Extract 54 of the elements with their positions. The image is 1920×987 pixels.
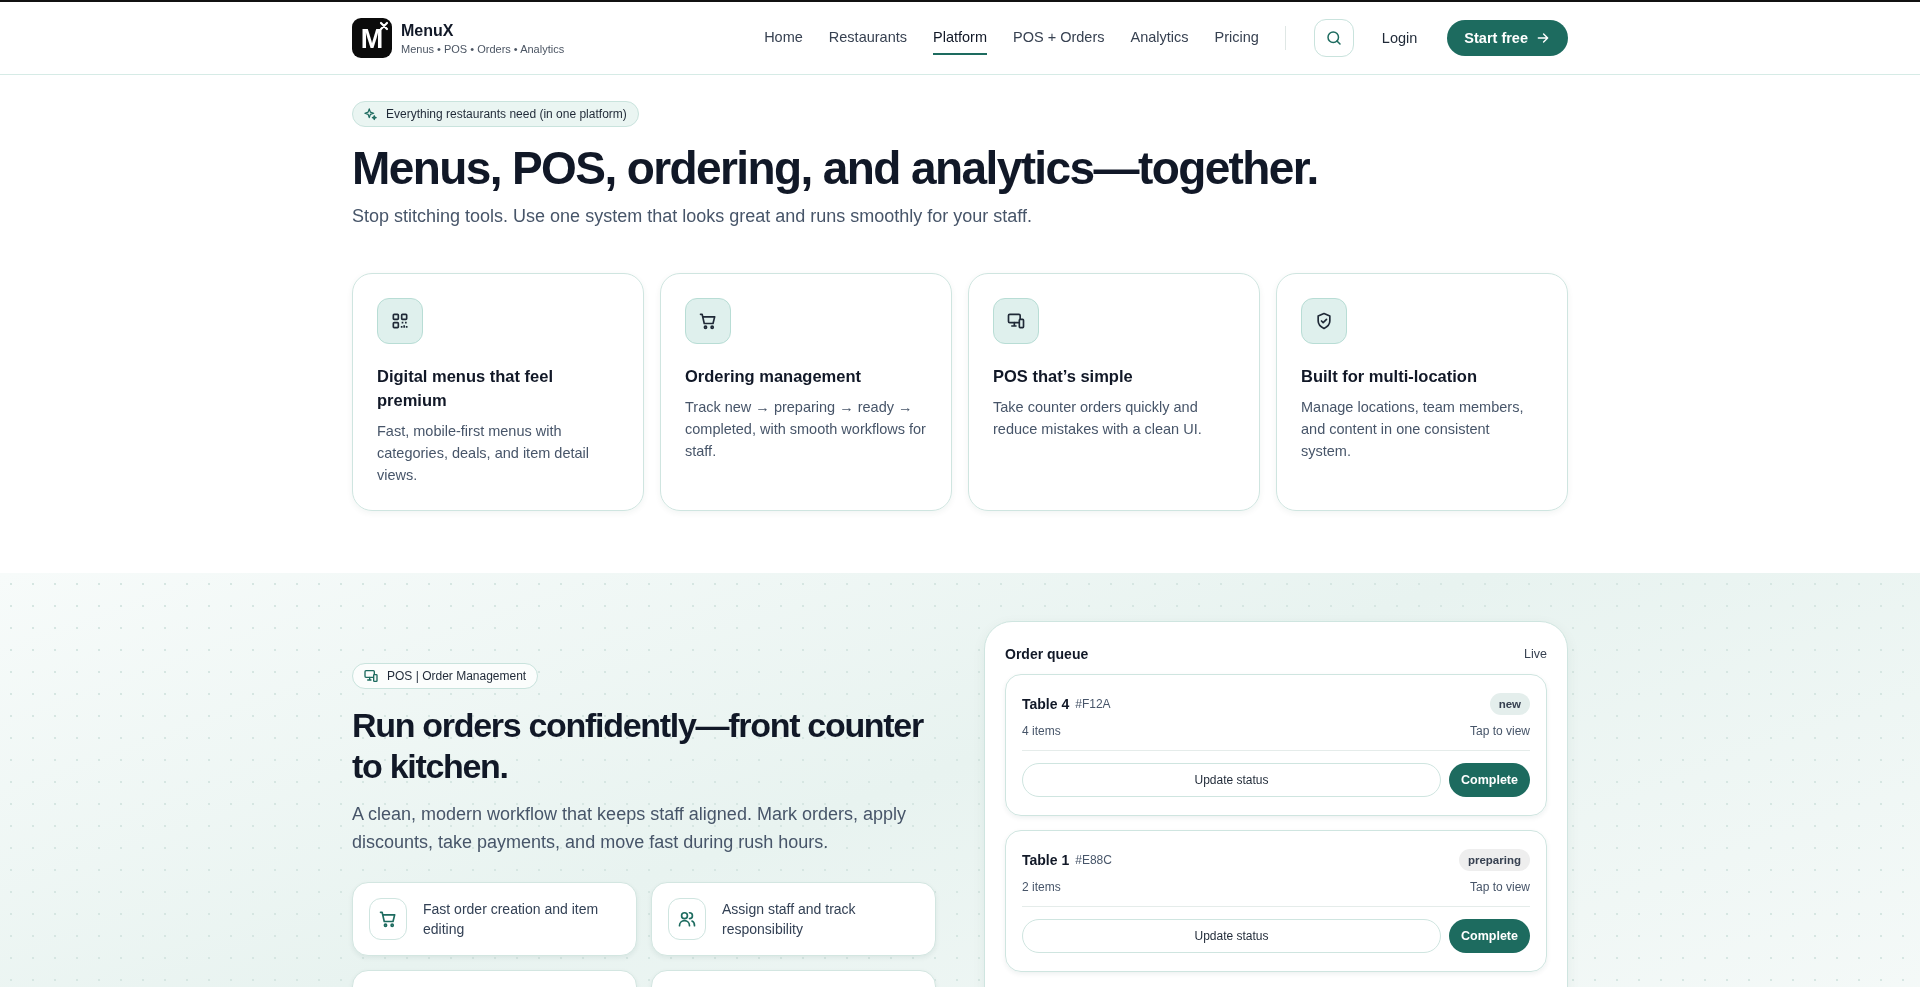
hero-title: Menus, POS, ordering, and analytics—together. [352, 141, 1319, 196]
feature-title: Ordering management [685, 366, 863, 388]
qr-code-icon [390, 311, 410, 332]
order-code: #F12A [1075, 697, 1111, 712]
feature-text: Track new → preparing → ready → completed, with smooth workflows for staff. [685, 398, 927, 462]
update-status-button[interactable]: Update status [1022, 919, 1441, 954]
users-icon [677, 909, 697, 930]
cart-icon [698, 311, 718, 332]
nav-link[interactable]: Platform [933, 21, 987, 55]
table-name: Table 4 [1022, 696, 1070, 713]
start-free-button[interactable]: Start free [1447, 20, 1568, 56]
section-text: A clean, modern workflow that keeps staff aligned. Mark orders, apply discounts, take payments, and move fast during rush hours. [352, 803, 907, 855]
logo[interactable]: M [352, 18, 392, 58]
status-badge: preparing [1458, 849, 1530, 872]
nav-link[interactable]: Home [764, 21, 803, 55]
hero-subtitle: Stop stitching tools. Use one system that looks great and runs smoothly for your staff. [352, 206, 1033, 228]
nav-link[interactable]: Analytics [1130, 21, 1189, 55]
tap-hint: Tap to view [1469, 724, 1530, 739]
feature-text: Manage locations, team members, and content in one consistent system. [1301, 398, 1525, 462]
table-name: Table 1 [1022, 852, 1070, 869]
nav-link[interactable]: Pricing [1214, 21, 1259, 55]
panel-title: Order queue [1005, 646, 1089, 663]
highlight-text: Fast order creation and item editing [423, 900, 600, 940]
tap-hint: Tap to view [1469, 880, 1530, 895]
login-link[interactable]: Login [1381, 30, 1418, 46]
item-count: 2 items [1022, 880, 1061, 895]
nav-link[interactable]: POS + Orders [1013, 21, 1105, 55]
nav-link[interactable]: Restaurants [828, 21, 907, 55]
feature-title: POS that’s simple [993, 366, 1134, 388]
feature-text: Fast, mobile-first menus with categories, deals, and item detail views. [377, 422, 590, 486]
search-icon [1324, 29, 1343, 47]
complete-button[interactable]: Complete [1449, 763, 1530, 798]
live-status: Live [1524, 647, 1547, 662]
order-card[interactable]: Table 1 #E88C preparing 2 items Tap to view Update status Complete [1005, 830, 1547, 973]
section-badge: POS | Order Management [352, 663, 539, 690]
complete-button[interactable]: Complete [1449, 919, 1530, 954]
status-badge: new [1489, 693, 1530, 716]
update-status-button[interactable]: Update status [1022, 763, 1441, 798]
devices-icon [1006, 311, 1026, 332]
cart-icon [378, 909, 398, 930]
feature-text: Take counter orders quickly and reduce mistakes with a clean UI. [993, 398, 1203, 440]
highlight-text: Assign staff and track responsibility [722, 900, 857, 940]
order-code: #E88C [1075, 853, 1112, 868]
section-title: Run orders confidently—front counter to kitchen. [352, 705, 925, 788]
shield-check-icon [1314, 311, 1334, 332]
item-count: 4 items [1022, 724, 1061, 739]
brand-name: MenuX [401, 21, 455, 40]
feature-title: Built for multi-location [1301, 366, 1478, 388]
order-card[interactable]: Table 4 #F12A new 4 items Tap to view Update status Complete [1005, 674, 1547, 817]
arrow-right-icon [1536, 31, 1550, 45]
brand-tagline: Menus • POS • Orders • Analytics [401, 42, 565, 55]
feature-title: Digital menus that feel premium [377, 366, 555, 412]
search-button[interactable] [1313, 19, 1354, 57]
hero-badge: Everything restaurants need (in one platform) [352, 101, 639, 127]
